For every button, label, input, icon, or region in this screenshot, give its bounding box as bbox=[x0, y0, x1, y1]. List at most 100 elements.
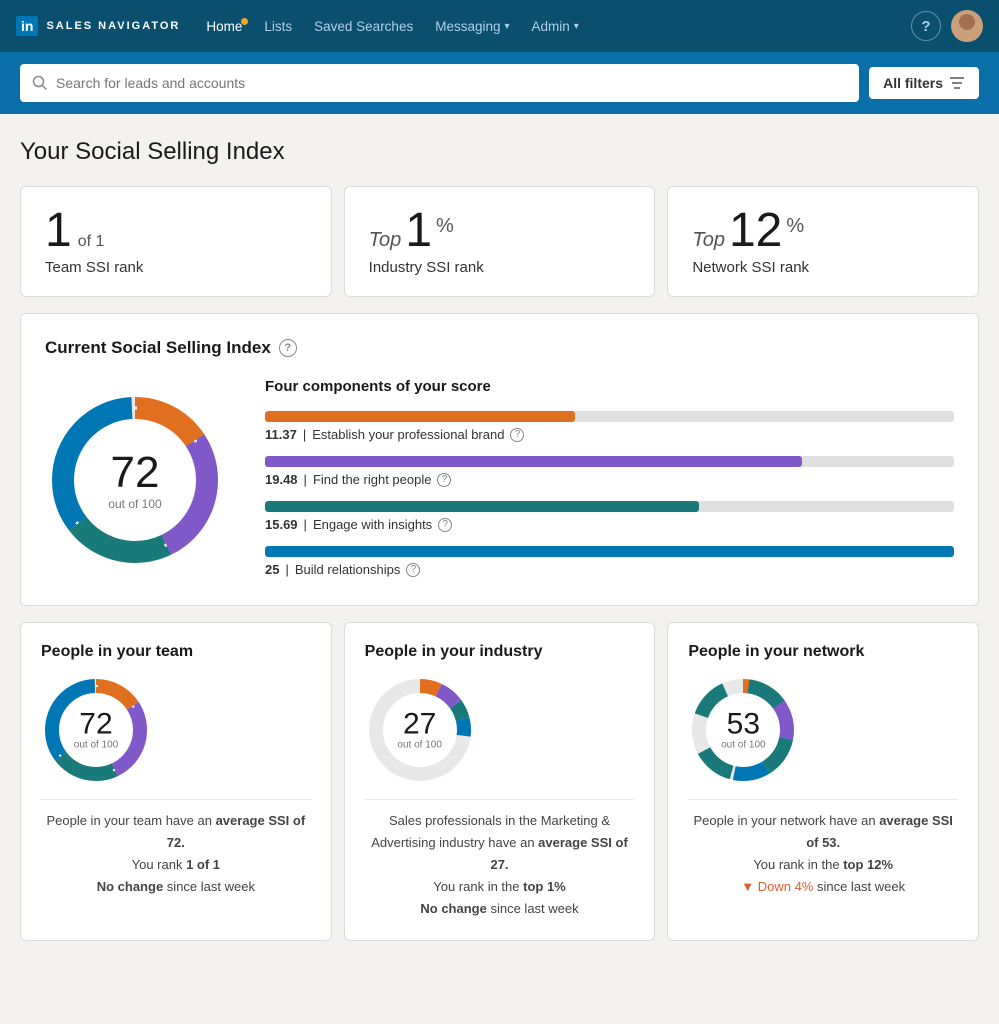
component-bar-track-4 bbox=[265, 546, 954, 557]
ssi-donut-wrap: 72 out of 100 bbox=[45, 390, 225, 570]
down-change-text: Down 4% bbox=[758, 879, 814, 894]
page-title: Your Social Selling Index bbox=[20, 138, 979, 166]
component-bar-fill-3 bbox=[265, 501, 699, 512]
component-label-3: 15.69 | Engage with insights ? bbox=[265, 517, 954, 532]
component-help-3[interactable]: ? bbox=[438, 518, 452, 532]
team-out-of: out of 100 bbox=[74, 740, 118, 751]
component-help-4[interactable]: ? bbox=[406, 563, 420, 577]
ssi-help-icon[interactable]: ? bbox=[279, 339, 297, 357]
messaging-arrow-icon: ▾ bbox=[505, 21, 510, 32]
components-section: Four components of your score 11.37 | Es… bbox=[265, 378, 954, 581]
team-rank-of: of 1 bbox=[78, 233, 105, 251]
team-card-divider bbox=[41, 799, 311, 800]
team-rank-number: 1 bbox=[45, 207, 72, 255]
nav-link-lists[interactable]: Lists bbox=[254, 13, 302, 40]
component-help-2[interactable]: ? bbox=[437, 473, 451, 487]
component-bar-track-2 bbox=[265, 456, 954, 467]
filter-icon bbox=[949, 76, 965, 90]
team-score: 72 bbox=[74, 710, 118, 740]
bottom-cards-row: People in your team 72 bbox=[20, 622, 979, 941]
network-top-label: Top bbox=[692, 229, 725, 252]
network-score: 53 bbox=[721, 710, 765, 740]
help-button[interactable]: ? bbox=[911, 11, 941, 41]
network-small-donut: 53 out of 100 bbox=[688, 675, 798, 785]
nav-right-actions: ? bbox=[911, 10, 983, 42]
network-rank-number: 12 bbox=[729, 207, 782, 255]
component-bar-fill-1 bbox=[265, 411, 575, 422]
industry-card-main: 27 out of 100 bbox=[365, 675, 635, 785]
industry-rank-number: 1 bbox=[405, 207, 432, 255]
network-rank-number-row: Top 12 % bbox=[692, 207, 954, 255]
ssi-card-body: 72 out of 100 Four components of your sc… bbox=[45, 378, 954, 581]
industry-rank-number-row: Top 1 % bbox=[369, 207, 631, 255]
team-rank-card: 1 of 1 Team SSI rank bbox=[20, 186, 332, 297]
industry-top-label: Top bbox=[369, 229, 402, 252]
component-name-4: Build relationships bbox=[295, 562, 401, 577]
component-score-1: 11.37 bbox=[265, 427, 297, 442]
component-name-2: Find the right people bbox=[313, 472, 432, 487]
component-bar-fill-4 bbox=[265, 546, 954, 557]
components-title: Four components of your score bbox=[265, 378, 954, 395]
industry-donut-center: 27 out of 100 bbox=[397, 710, 441, 751]
rank-cards-row: 1 of 1 Team SSI rank Top 1 % Industry SS… bbox=[20, 186, 979, 297]
nav-bar: in SALES NAVIGATOR Home Lists Saved Sear… bbox=[0, 0, 999, 52]
component-name-3: Engage with insights bbox=[313, 517, 432, 532]
component-label-2: 19.48 | Find the right people ? bbox=[265, 472, 954, 487]
network-rank-card: Top 12 % Network SSI rank bbox=[667, 186, 979, 297]
industry-card-text: Sales professionals in the Marketing & A… bbox=[365, 810, 635, 920]
main-content: Your Social Selling Index 1 of 1 Team SS… bbox=[0, 114, 999, 994]
industry-rank-subtitle: Industry SSI rank bbox=[369, 259, 631, 276]
component-help-1[interactable]: ? bbox=[510, 428, 524, 442]
team-card-main: 72 out of 100 bbox=[41, 675, 311, 785]
nav-link-messaging[interactable]: Messaging ▾ bbox=[425, 13, 519, 40]
component-label-4: 25 | Build relationships ? bbox=[265, 562, 954, 577]
search-bar: All filters bbox=[0, 52, 999, 114]
nav-link-saved-searches[interactable]: Saved Searches bbox=[304, 13, 423, 40]
team-bottom-card: People in your team 72 bbox=[20, 622, 332, 941]
component-label-1: 11.37 | Establish your professional bran… bbox=[265, 427, 954, 442]
component-score-3: 15.69 bbox=[265, 517, 298, 532]
team-donut-center: 72 out of 100 bbox=[74, 710, 118, 751]
component-score-4: 25 bbox=[265, 562, 279, 577]
team-rank-number-row: 1 of 1 bbox=[45, 207, 307, 255]
industry-out-of: out of 100 bbox=[397, 740, 441, 751]
component-row-2: 19.48 | Find the right people ? bbox=[265, 456, 954, 487]
industry-rank-card: Top 1 % Industry SSI rank bbox=[344, 186, 656, 297]
network-donut-center: 53 out of 100 bbox=[721, 710, 765, 751]
nav-link-home[interactable]: Home bbox=[196, 13, 252, 40]
search-icon bbox=[32, 75, 48, 91]
search-input[interactable] bbox=[56, 75, 847, 91]
network-card-main: 53 out of 100 bbox=[688, 675, 958, 785]
component-row-4: 25 | Build relationships ? bbox=[265, 546, 954, 577]
industry-small-donut: 27 out of 100 bbox=[365, 675, 475, 785]
avatar[interactable] bbox=[951, 10, 983, 42]
nav-link-admin[interactable]: Admin ▾ bbox=[522, 13, 589, 40]
component-bar-fill-2 bbox=[265, 456, 802, 467]
ssi-index-card: Current Social Selling Index ? bbox=[20, 313, 979, 606]
brand-name: SALES NAVIGATOR bbox=[46, 20, 180, 32]
ssi-donut-center: 72 out of 100 bbox=[108, 448, 161, 510]
network-rank-pct: % bbox=[786, 215, 804, 238]
network-rank-subtitle: Network SSI rank bbox=[692, 259, 954, 276]
component-row-3: 15.69 | Engage with insights ? bbox=[265, 501, 954, 532]
search-input-wrap[interactable] bbox=[20, 64, 859, 102]
nav-links: Home Lists Saved Searches Messaging ▾ Ad… bbox=[196, 13, 911, 40]
component-name-1: Establish your professional brand bbox=[312, 427, 504, 442]
component-row-1: 11.37 | Establish your professional bran… bbox=[265, 411, 954, 442]
team-card-text: People in your team have an average SSI … bbox=[41, 810, 311, 898]
component-score-2: 19.48 bbox=[265, 472, 298, 487]
logo[interactable]: in SALES NAVIGATOR bbox=[16, 16, 180, 36]
industry-bottom-card: People in your industry 27 out of 100 bbox=[344, 622, 656, 941]
component-bar-track-1 bbox=[265, 411, 954, 422]
industry-card-title: People in your industry bbox=[365, 643, 635, 661]
network-card-divider bbox=[688, 799, 958, 800]
industry-score: 27 bbox=[397, 710, 441, 740]
network-card-title: People in your network bbox=[688, 643, 958, 661]
all-filters-button[interactable]: All filters bbox=[869, 67, 979, 99]
down-arrow-icon: ▼ bbox=[741, 879, 754, 894]
network-bottom-card: People in your network 53 out of 100 bbox=[667, 622, 979, 941]
ssi-out-of: out of 100 bbox=[108, 497, 161, 511]
industry-rank-pct: % bbox=[436, 215, 454, 238]
team-rank-subtitle: Team SSI rank bbox=[45, 259, 307, 276]
admin-arrow-icon: ▾ bbox=[574, 21, 579, 32]
